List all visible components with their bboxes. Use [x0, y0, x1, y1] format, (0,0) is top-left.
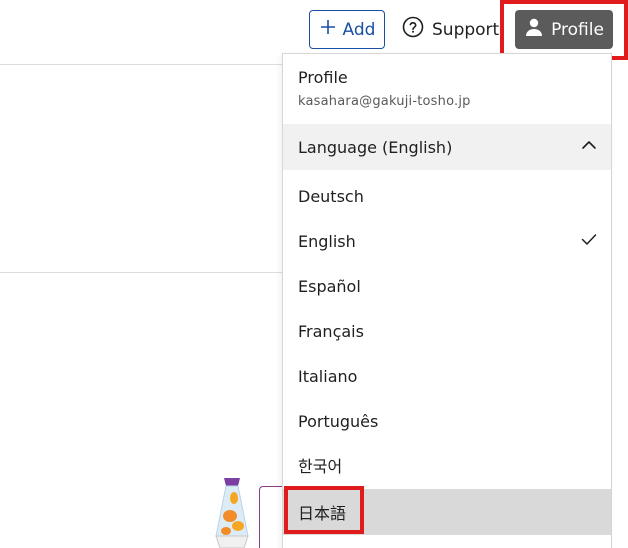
language-option-deutsch[interactable]: Deutsch [283, 174, 611, 218]
add-button[interactable]: Add [309, 10, 385, 49]
language-option-label: English [298, 231, 356, 251]
language-option-francais[interactable]: Français [283, 309, 611, 353]
language-option-espanol[interactable]: Español [283, 264, 611, 308]
profile-button[interactable]: Profile [515, 10, 613, 49]
add-button-label: Add [342, 19, 376, 40]
checkmark-icon [580, 230, 598, 252]
lava-lamp-illustration [212, 476, 252, 548]
profile-dropdown-menu: Profile kasahara@gakuji-tosho.jp Languag… [282, 53, 612, 548]
language-option-korean[interactable]: 한국어 [283, 443, 611, 487]
help-circle-icon [402, 16, 424, 43]
language-option-label: Português [298, 411, 379, 431]
divider [0, 64, 290, 65]
language-option-label: Français [298, 321, 364, 341]
language-section-label: Language (English) [298, 137, 453, 157]
language-option-label: Español [298, 276, 361, 296]
japanese-option-highlight [284, 486, 364, 534]
support-button[interactable]: Support [402, 10, 499, 49]
language-option-italiano[interactable]: Italiano [283, 354, 611, 398]
divider [0, 272, 290, 273]
language-option-portugues[interactable]: Português [283, 399, 611, 443]
language-option-english[interactable]: English [283, 219, 611, 263]
language-section-toggle[interactable]: Language (English) [283, 124, 611, 170]
support-button-label: Support [432, 19, 500, 40]
language-option-label: Deutsch [298, 186, 364, 206]
chevron-up-icon [580, 136, 598, 158]
user-icon [524, 17, 544, 42]
dropdown-profile-title: Profile [298, 68, 348, 87]
profile-button-label: Profile [551, 19, 604, 40]
language-option-label: 한국어 [298, 457, 343, 476]
language-option-label: Italiano [298, 366, 358, 386]
user-email: kasahara@gakuji-tosho.jp [298, 94, 471, 109]
plus-icon [319, 18, 337, 41]
